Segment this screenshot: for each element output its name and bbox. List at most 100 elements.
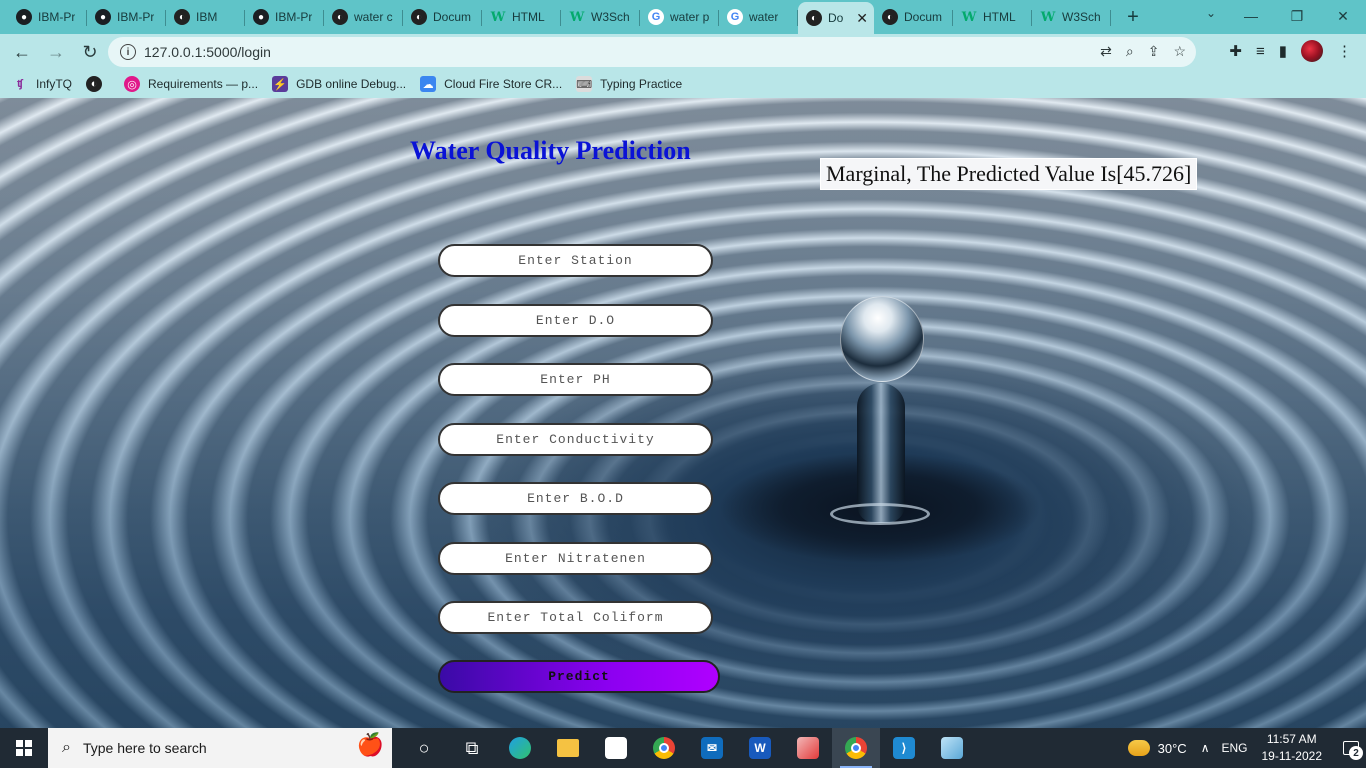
start-button[interactable]	[0, 728, 48, 768]
forward-icon[interactable]: →	[40, 36, 72, 68]
task-view-icon[interactable]: ⧉	[448, 728, 496, 768]
tab-active[interactable]: ◐ Do ✕	[798, 2, 874, 34]
bookmark-label: Requirements — p...	[148, 77, 259, 91]
taskbar-search[interactable]: ⌕ Type here to search 🍎	[48, 728, 392, 768]
tab-label: W3Sch	[1062, 10, 1101, 24]
folder-icon	[557, 739, 579, 757]
page-content: Water Quality Prediction Marginal, The P…	[0, 98, 1366, 728]
clock[interactable]: 11:57 AM 19-11-2022	[1262, 731, 1323, 765]
new-tab-button[interactable]: +	[1119, 3, 1147, 31]
avatar[interactable]	[1301, 40, 1323, 62]
globe-icon: ◐	[806, 10, 822, 26]
predict-button[interactable]: Predict	[438, 660, 720, 693]
station-input[interactable]	[438, 244, 713, 277]
share-icon[interactable]: ⇪	[1148, 43, 1160, 60]
edge-app[interactable]	[496, 728, 544, 768]
bookmark-star-icon[interactable]: ☆	[1173, 43, 1186, 60]
tab[interactable]: ◐ IBM	[166, 2, 245, 32]
back-icon[interactable]: ←	[6, 36, 38, 68]
close-tab-icon[interactable]: ✕	[856, 10, 868, 27]
tab[interactable]: ◐ water c	[324, 2, 403, 32]
tab-label: IBM-Pr	[275, 10, 313, 24]
coliform-input[interactable]	[438, 601, 713, 634]
mail-app[interactable]: ✉	[688, 728, 736, 768]
browser-toolbar: ← → ↻ i 127.0.0.1:5000/login ⇄ ⌕ ⇪ ☆ ✚ ≡…	[0, 34, 1366, 70]
gdb-icon: ⚡	[272, 76, 289, 92]
language-indicator[interactable]: ENG	[1221, 741, 1247, 755]
w3schools-icon: W	[569, 9, 585, 25]
globe-icon: ◐	[86, 76, 103, 92]
store-icon	[605, 737, 627, 759]
requirements-icon: ◎	[124, 76, 141, 92]
word-icon: W	[749, 737, 771, 759]
tab[interactable]: ● IBM-Pr	[245, 2, 324, 32]
cortana-icon[interactable]: ○	[400, 728, 448, 768]
typing-icon: ⌨	[576, 76, 593, 92]
reload-icon[interactable]: ↻	[74, 36, 106, 68]
bod-input[interactable]	[438, 482, 713, 515]
notification-center[interactable]: 2	[1336, 728, 1366, 768]
paint-app[interactable]	[784, 728, 832, 768]
tab[interactable]: W HTML	[482, 2, 561, 32]
bookmark-item[interactable]: ☁ Cloud Fire Store CR...	[420, 76, 562, 92]
vscode-app[interactable]: ⟩	[880, 728, 928, 768]
windows-icon	[16, 740, 32, 756]
tab[interactable]: ● IBM-Pr	[87, 2, 166, 32]
tab-label: IBM-Pr	[117, 10, 155, 24]
notes-app[interactable]	[928, 728, 976, 768]
ph-input[interactable]	[438, 363, 713, 396]
infytq-icon: ʧ	[17, 78, 23, 90]
media-icon[interactable]: ≡	[1256, 43, 1265, 60]
extensions-icon[interactable]: ✚	[1229, 42, 1242, 60]
search-placeholder: Type here to search	[82, 740, 207, 756]
omnibox-actions: ⇄ ⌕ ⇪ ☆	[1100, 43, 1186, 60]
word-app[interactable]: W	[736, 728, 784, 768]
tab[interactable]: ◐ Docum	[874, 2, 953, 32]
tab[interactable]: W W3Sch	[561, 2, 640, 32]
chrome-app[interactable]	[640, 728, 688, 768]
taskbar-apps: ○ ⧉ ✉ W ⟩	[400, 728, 976, 768]
bookmarks-bar: ʧ InfyTQ ◐ ◎ Requirements — p... ⚡ GDB onli…	[0, 70, 1366, 98]
address-bar[interactable]: i 127.0.0.1:5000/login ⇄ ⌕ ⇪ ☆	[108, 37, 1196, 67]
w3schools-icon: W	[490, 9, 506, 25]
bookmark-item[interactable]: ʧ InfyTQ	[12, 76, 72, 92]
notification-count: 2	[1349, 746, 1363, 760]
tab[interactable]: W W3Sch	[1032, 2, 1111, 32]
site-info-icon[interactable]: i	[120, 44, 136, 60]
minimize-icon[interactable]: —	[1228, 0, 1274, 32]
translate-icon[interactable]: ⇄	[1100, 43, 1112, 60]
bookmark-item[interactable]: ◎ Requirements — p...	[124, 76, 258, 92]
bookmark-item[interactable]: ◐	[86, 76, 110, 92]
bookmark-item[interactable]: ⌨ Typing Practice	[576, 76, 682, 92]
menu-icon[interactable]: ⋮	[1337, 42, 1352, 60]
tab[interactable]: ● IBM-Pr	[8, 2, 87, 32]
tab-search-icon[interactable]: ⌄	[1206, 6, 1216, 20]
window-controls: — ❐ ✕	[1228, 0, 1366, 32]
side-panel-icon[interactable]: ▮	[1279, 42, 1287, 60]
tab[interactable]: W HTML	[953, 2, 1032, 32]
bookmark-item[interactable]: ⚡ GDB online Debug...	[272, 76, 406, 92]
window-close-icon[interactable]: ✕	[1320, 0, 1366, 32]
tab-label: water	[749, 10, 779, 24]
weather-widget[interactable]: 30°C	[1127, 740, 1187, 756]
url-text: 127.0.0.1:5000/login	[144, 44, 271, 60]
chevron-up-icon[interactable]: ∧	[1201, 741, 1210, 755]
zoom-icon[interactable]: ⌕	[1126, 43, 1134, 60]
chrome-profile-app[interactable]	[832, 728, 880, 768]
do-input[interactable]	[438, 304, 713, 337]
conductivity-input[interactable]	[438, 423, 713, 456]
nitrate-input[interactable]	[438, 542, 713, 575]
tab[interactable]: Gwater p	[640, 2, 719, 32]
tab-label: W3Sch	[591, 10, 630, 24]
notes-icon	[941, 737, 963, 759]
paint-icon	[797, 737, 819, 759]
toolbar-right: ✚ ≡ ▮ ⋮	[1229, 40, 1352, 62]
tab-label: IBM	[196, 10, 218, 24]
tab[interactable]: ◐ Docum	[403, 2, 482, 32]
file-explorer-app[interactable]	[544, 728, 592, 768]
store-app[interactable]	[592, 728, 640, 768]
w3schools-icon: W	[961, 9, 977, 25]
tab[interactable]: Gwater	[719, 2, 798, 32]
restore-icon[interactable]: ❐	[1274, 0, 1320, 32]
cloud-icon: ☁	[420, 76, 437, 92]
